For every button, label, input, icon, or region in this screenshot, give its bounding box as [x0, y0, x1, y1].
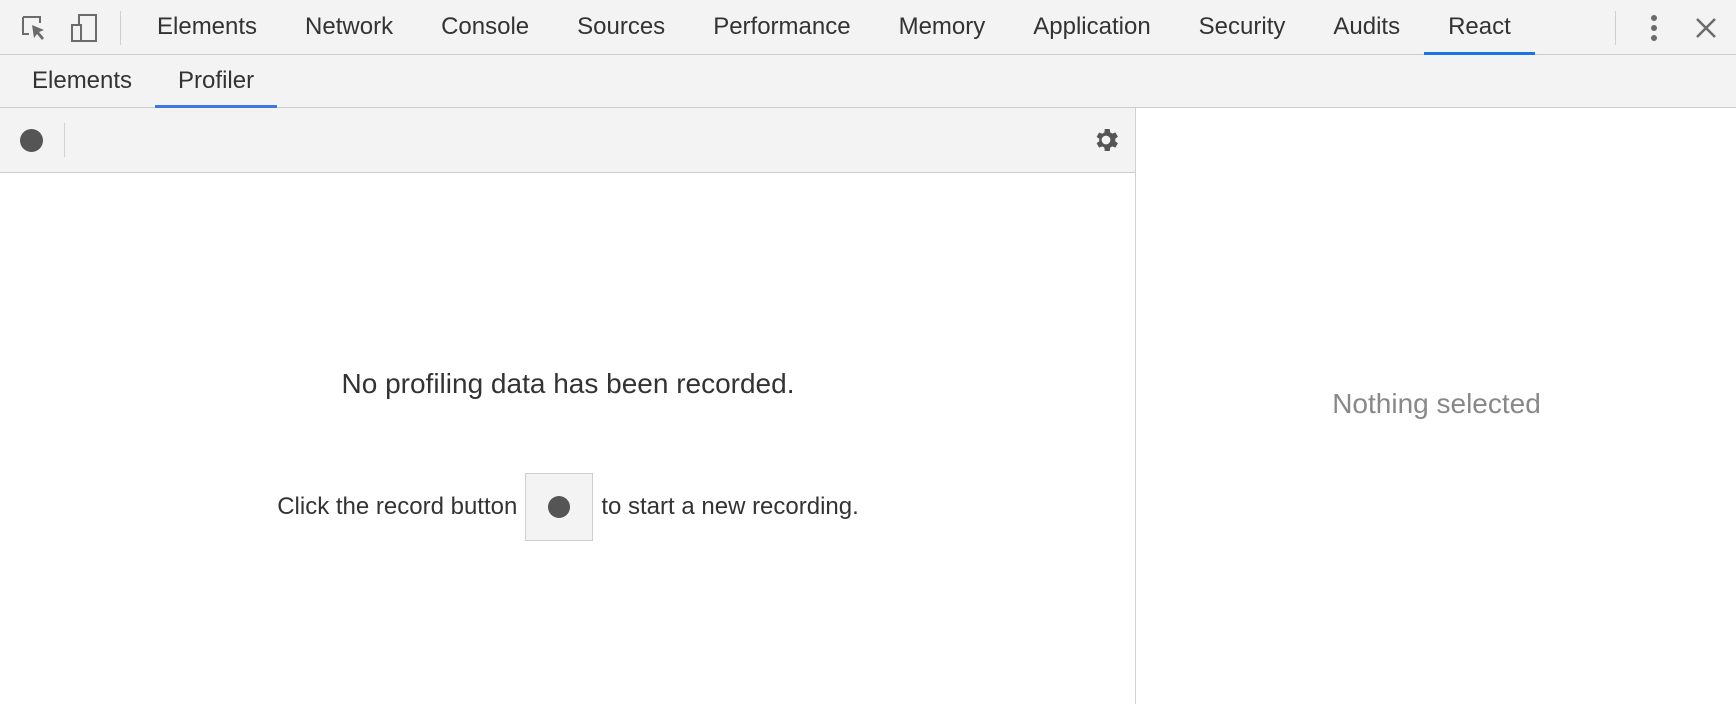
settings-gear-icon[interactable] [1091, 125, 1121, 155]
more-options-icon[interactable] [1636, 10, 1672, 46]
tab-performance[interactable]: Performance [689, 0, 874, 54]
instruction-text-after: to start a new recording. [601, 493, 859, 520]
topbar-actions [1615, 0, 1736, 55]
profiler-toolbar [0, 108, 1135, 173]
inline-record-button[interactable] [525, 473, 594, 541]
empty-state-title: No profiling data has been recorded. [341, 368, 795, 399]
tab-network[interactable]: Network [281, 0, 417, 54]
panel-tabs: Elements Network Console Sources Perform… [133, 0, 1535, 55]
profiler-panel: No profiling data has been recorded. Cli… [0, 108, 1136, 704]
toolbar-separator [120, 11, 121, 45]
subtab-profiler[interactable]: Profiler [155, 55, 278, 108]
tab-sources[interactable]: Sources [553, 0, 689, 54]
react-subtabs: Elements Profiler [0, 55, 1736, 108]
tab-elements[interactable]: Elements [133, 0, 281, 54]
record-button[interactable] [20, 129, 43, 152]
tab-security[interactable]: Security [1175, 0, 1310, 54]
devtools-tabbar: Elements Network Console Sources Perform… [0, 0, 1736, 55]
instruction-text-before: Click the record button [277, 493, 518, 520]
inspect-element-icon[interactable] [18, 12, 50, 44]
tab-audits[interactable]: Audits [1309, 0, 1424, 54]
profiler-empty-state: No profiling data has been recorded. Cli… [0, 173, 1136, 704]
toolbar-separator [1615, 10, 1616, 45]
tab-application[interactable]: Application [1009, 0, 1174, 54]
tab-react[interactable]: React [1424, 0, 1535, 55]
toolbar-separator [64, 123, 65, 157]
tab-memory[interactable]: Memory [875, 0, 1010, 54]
nothing-selected-text: Nothing selected [1332, 388, 1541, 419]
close-icon[interactable] [1688, 10, 1724, 46]
tab-console[interactable]: Console [417, 0, 553, 54]
subtab-elements[interactable]: Elements [9, 55, 155, 107]
record-icon [548, 496, 571, 518]
empty-state-instruction: Click the record button to start a new r… [0, 473, 1136, 541]
device-toolbar-icon[interactable] [68, 12, 100, 44]
details-panel: Nothing selected [1137, 108, 1736, 704]
